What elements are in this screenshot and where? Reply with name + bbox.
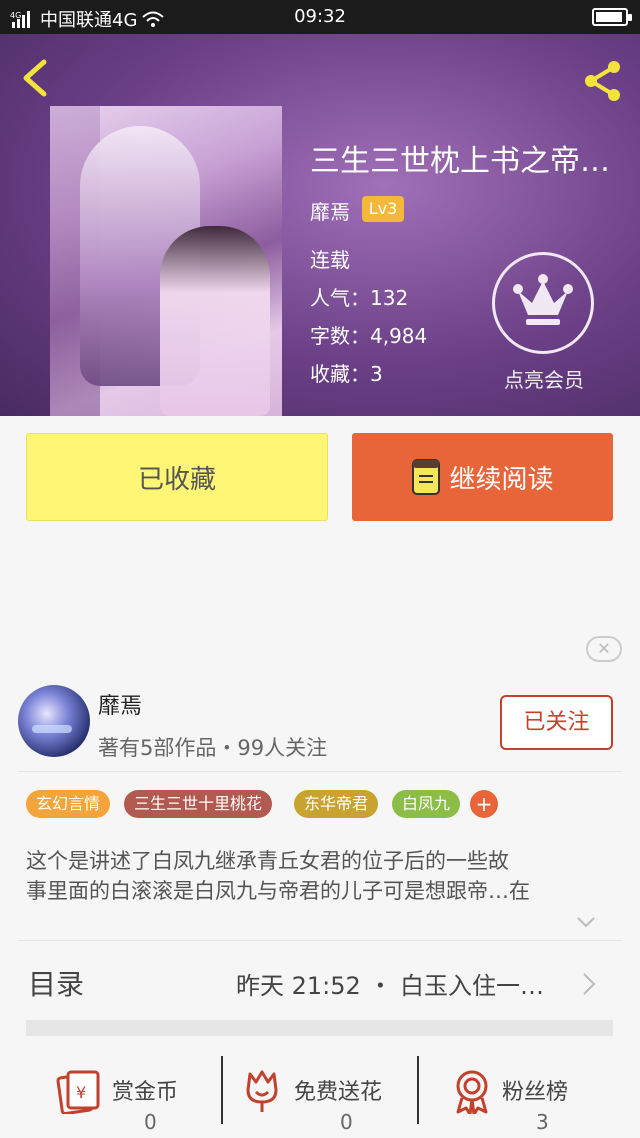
vip-button[interactable] xyxy=(492,252,594,354)
book-status: 连载 xyxy=(310,248,350,272)
author-meta: 著有5部作品・99人关注 xyxy=(98,736,328,760)
reward-envelope-icon: ¥ xyxy=(56,1070,100,1114)
share-icon[interactable] xyxy=(580,58,626,104)
book-header: 三生三世枕上书之帝… 靡焉 Lv3 连载 人气：132 字数：4,984 收藏：… xyxy=(0,34,640,416)
collected-button[interactable]: 已收藏 xyxy=(26,433,328,521)
tag-genre[interactable]: 玄幻言情 xyxy=(26,790,111,818)
author-level-badge: Lv3 xyxy=(362,196,404,222)
chevron-down-icon[interactable] xyxy=(576,916,596,928)
reward-coins-button[interactable]: ¥ 赏金币 0 xyxy=(56,1056,206,1136)
tag-character-baifengjiu[interactable]: 白凤九 xyxy=(392,790,461,818)
book-icon xyxy=(412,459,441,495)
catalog-label[interactable]: 目录 xyxy=(28,963,84,1003)
section-separator xyxy=(26,1020,613,1036)
divider xyxy=(18,940,622,941)
book-author[interactable]: 靡焉 xyxy=(310,196,350,225)
tag-character-donghua[interactable]: 东华帝君 xyxy=(294,790,379,818)
chevron-right-icon[interactable] xyxy=(582,972,596,996)
battery-icon xyxy=(592,8,632,26)
divider xyxy=(18,771,622,772)
fan-ranking-button[interactable]: 粉丝榜 3 xyxy=(450,1056,600,1136)
add-tag-button[interactable]: + xyxy=(470,790,498,818)
free-flower-button[interactable]: 免费送花 0 xyxy=(242,1056,412,1136)
book-cover[interactable] xyxy=(50,106,282,416)
status-bar: 4G 中国联通4G 09:32 xyxy=(0,0,640,34)
latest-chapter[interactable]: 昨天 21:52 ・ 白玉入住一… xyxy=(236,966,544,1001)
tag-series[interactable]: 三生三世十里桃花 xyxy=(124,790,273,818)
book-description[interactable]: 这个是讲述了白凤九继承青丘女君的位子后的一些故 事里面的白滚滚是白凤九与帝君的儿… xyxy=(26,846,618,906)
book-word-count: 字数：4,984 xyxy=(310,324,428,348)
rank-medal-icon xyxy=(456,1070,488,1114)
svg-text:¥: ¥ xyxy=(76,1083,86,1102)
avatar[interactable] xyxy=(18,685,90,757)
vip-label: 点亮会员 xyxy=(504,368,584,392)
divider xyxy=(417,1056,419,1124)
close-ad-icon[interactable]: ✕ xyxy=(586,636,622,662)
book-title: 三生三世枕上书之帝… xyxy=(310,144,610,179)
back-icon[interactable] xyxy=(14,56,54,100)
follow-button[interactable]: 已关注 xyxy=(500,695,613,750)
book-favorites: 收藏：3 xyxy=(310,362,383,386)
author-name[interactable]: 靡焉 xyxy=(98,688,142,720)
crown-icon xyxy=(513,274,573,325)
flower-icon xyxy=(246,1070,278,1112)
divider xyxy=(221,1056,223,1124)
continue-reading-button[interactable]: 继续阅读 xyxy=(352,433,613,521)
book-popularity: 人气：132 xyxy=(310,286,409,310)
clock: 09:32 xyxy=(294,6,346,27)
